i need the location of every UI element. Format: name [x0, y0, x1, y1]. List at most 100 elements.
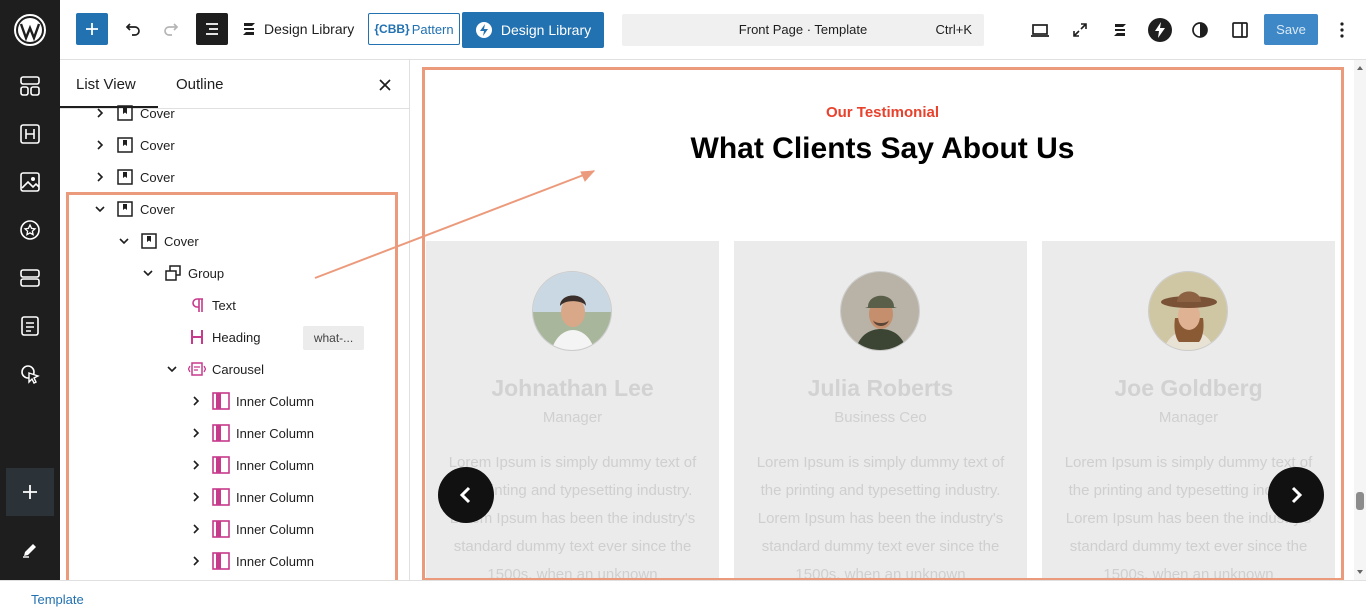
chevron-right-icon[interactable] — [92, 137, 108, 153]
testimonial-eyebrow[interactable]: Our Testimonial — [411, 104, 1354, 121]
stackable-bolt-icon — [475, 22, 492, 38]
tree-item-cover[interactable]: Cover — [92, 131, 175, 159]
tree-item-inner-column[interactable]: Inner Column — [188, 483, 314, 511]
rail-add-button[interactable] — [6, 468, 54, 516]
layout-icon[interactable] — [14, 262, 46, 294]
close-icon — [379, 79, 391, 91]
tree-item-label: Cover — [140, 137, 175, 153]
chevron-down-icon[interactable] — [164, 361, 180, 377]
tree-item-label: Inner Column — [236, 393, 315, 409]
list-view-icon — [206, 23, 218, 35]
save-button[interactable]: Save — [1264, 14, 1318, 45]
testimonial-heading[interactable]: What Clients Say About Us — [411, 132, 1354, 166]
column-icon — [212, 552, 230, 570]
desktop-icon — [1031, 24, 1049, 37]
cover-block-icon — [116, 104, 134, 122]
settings-sidebar-toggle[interactable] — [1224, 14, 1256, 46]
document-icon[interactable] — [14, 310, 46, 342]
desktop-preview-button[interactable] — [1024, 14, 1056, 46]
chevron-right-icon[interactable] — [188, 521, 204, 537]
command-palette[interactable]: Front Page · Template Ctrl+K — [622, 14, 984, 46]
heading-block-icon[interactable] — [14, 118, 46, 150]
tree-item-label: Inner Column — [236, 553, 315, 569]
redo-button[interactable] — [156, 13, 188, 45]
options-menu-button[interactable] — [1326, 14, 1358, 46]
tab-outline[interactable]: Outline — [176, 76, 224, 93]
tree-item-label: Inner Column — [236, 489, 315, 505]
list-view-button[interactable] — [196, 13, 228, 45]
tree-item-inner-column[interactable]: Inner Column — [188, 515, 314, 543]
tree-item-inner-column[interactable]: Inner Column — [188, 419, 314, 447]
cover-block-icon — [116, 200, 134, 218]
bolt-button[interactable] — [1144, 14, 1176, 46]
testimonial-card[interactable]: Joe Goldberg Manager Lorem Ipsum is simp… — [1042, 241, 1335, 580]
tree-item-cover[interactable]: Cover — [92, 99, 175, 127]
tree-item-cover-nested[interactable]: Cover — [116, 227, 199, 255]
cbb-pattern-button[interactable]: {CBB} Pattern — [368, 13, 460, 45]
heading-icon — [188, 328, 206, 346]
column-icon — [212, 488, 230, 506]
chevron-right-icon[interactable] — [188, 425, 204, 441]
stackable-icon — [243, 23, 255, 35]
chevron-down-icon[interactable] — [92, 201, 108, 217]
chevron-down-icon[interactable] — [116, 233, 132, 249]
sidebar-toggle-icon — [1232, 22, 1248, 38]
avatar — [532, 271, 612, 351]
close-panel-button[interactable] — [374, 74, 396, 96]
chevron-right-icon[interactable] — [188, 393, 204, 409]
chevron-right-icon[interactable] — [92, 169, 108, 185]
testimonial-role: Manager — [542, 409, 603, 426]
wordpress-logo-icon[interactable] — [12, 12, 48, 48]
tab-list-view[interactable]: List View — [76, 76, 136, 93]
tree-item-inner-column[interactable]: Inner Column — [188, 451, 314, 479]
image-icon[interactable] — [14, 166, 46, 198]
pen-icon[interactable] — [14, 534, 46, 566]
tree-item-label: Cover — [140, 169, 175, 185]
style-contrast-button[interactable] — [1184, 14, 1216, 46]
testimonial-role: Business Ceo — [834, 409, 927, 426]
tree-item-label: Group — [188, 265, 225, 281]
design-library-button[interactable]: Design Library — [462, 12, 604, 48]
tree-item-heading[interactable]: Heading — [164, 323, 260, 351]
star-badge-icon[interactable] — [14, 214, 46, 246]
column-icon — [212, 456, 230, 474]
testimonial-card[interactable]: Julia Roberts Business Ceo Lorem Ipsum i… — [734, 241, 1027, 580]
scroll-down-icon[interactable] — [1354, 566, 1366, 578]
editor-app: Design Library {CBB} Pattern Design Libr… — [0, 0, 1366, 615]
chevron-right-icon[interactable] — [188, 553, 204, 569]
scrollbar-thumb[interactable] — [1356, 492, 1364, 510]
tree-item-label: Inner Column — [236, 457, 315, 473]
left-rail — [0, 0, 60, 580]
fullscreen-button[interactable] — [1064, 14, 1096, 46]
shortcut-hint: Ctrl+K — [935, 22, 972, 37]
pointer-select-icon[interactable] — [14, 358, 46, 390]
tree-item-text[interactable]: Text — [164, 291, 236, 319]
tree-item-group[interactable]: Group — [140, 259, 224, 287]
testimonial-quote: Lorem Ipsum is simply dummy text of the … — [756, 454, 1005, 580]
patterns-icon[interactable] — [14, 70, 46, 102]
scroll-up-icon[interactable] — [1354, 62, 1366, 74]
carousel-prev-button[interactable] — [438, 467, 494, 523]
chevron-down-icon[interactable] — [140, 265, 156, 281]
tree-item-cover-expanded[interactable]: Cover — [92, 195, 175, 223]
breadcrumb[interactable]: Template — [31, 592, 84, 607]
carousel-next-button[interactable] — [1268, 467, 1324, 523]
tree-item-cover[interactable]: Cover — [92, 163, 175, 191]
tree-item-carousel[interactable]: Carousel — [164, 355, 264, 383]
tree-item-inner-column[interactable]: Inner Column — [188, 387, 314, 415]
paragraph-icon — [188, 296, 206, 314]
chevron-right-icon[interactable] — [188, 489, 204, 505]
stackable-settings-button[interactable] — [1104, 14, 1136, 46]
tree-item-label: Cover — [140, 201, 175, 217]
more-vertical-icon — [1340, 22, 1344, 38]
chevron-right-icon[interactable] — [92, 105, 108, 121]
chevron-right-icon[interactable] — [188, 457, 204, 473]
undo-button[interactable] — [116, 13, 148, 45]
testimonial-card[interactable]: Johnathan Lee Manager Lorem Ipsum is sim… — [426, 241, 719, 580]
add-block-button[interactable] — [76, 13, 108, 45]
tree-item-inner-column[interactable]: Inner Column — [188, 547, 314, 575]
stackable-design-library-link[interactable]: Design Library — [240, 13, 360, 45]
canvas-scrollbar[interactable] — [1354, 60, 1366, 580]
cover-block-icon — [116, 168, 134, 186]
redo-icon — [164, 23, 179, 36]
